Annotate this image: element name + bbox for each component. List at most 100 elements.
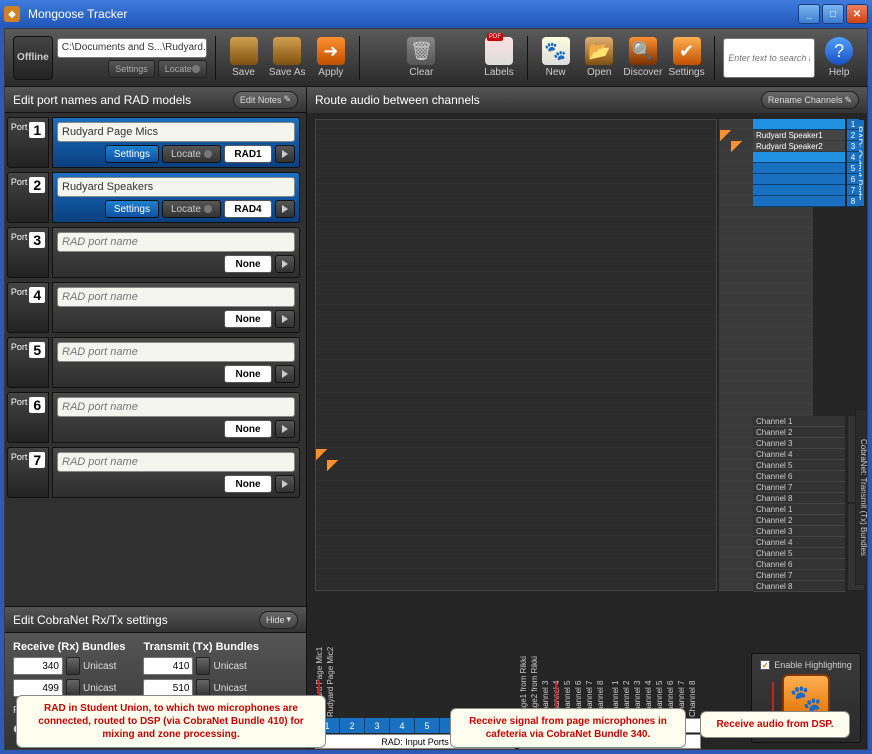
port-tab: Port 2 [7, 172, 49, 223]
save-button[interactable]: Save [224, 34, 264, 82]
tx-channel[interactable]: Channel 8 [753, 581, 845, 592]
callout-1: RAD in Student Union, to which two micro… [16, 695, 326, 748]
output-port-5[interactable] [753, 163, 845, 174]
maximize-button[interactable]: □ [822, 4, 844, 24]
rad-select[interactable]: RAD4 [224, 200, 272, 218]
tx-channel[interactable]: Channel 4 [753, 537, 845, 548]
new-button[interactable]: 🐾New [536, 34, 576, 82]
tx-channel[interactable]: Channel 5 [753, 460, 845, 471]
rad-select[interactable]: None [224, 475, 272, 493]
output-port-number: 3 [847, 141, 859, 152]
routing-matrix[interactable]: Rudyard Speaker1Rudyard Speaker2 Channel … [307, 113, 867, 749]
output-port-4[interactable] [753, 152, 845, 163]
output-port-number: 1 [847, 119, 859, 130]
port-name-input[interactable] [57, 232, 295, 252]
ports-list[interactable]: Port 1 Settings Locate RAD1 Port 2 Setti… [5, 113, 306, 606]
help-button[interactable]: ?Help [819, 34, 859, 82]
close-button[interactable]: ✕ [846, 4, 868, 24]
tx-channel[interactable]: Channel 2 [753, 515, 845, 526]
tx-bundle-1-stepper[interactable] [196, 657, 210, 675]
output-port-8[interactable] [753, 196, 845, 207]
output-port-6[interactable] [753, 174, 845, 185]
port-play-button[interactable] [275, 145, 295, 163]
file-locate-button[interactable]: Locate [158, 60, 207, 78]
port-play-button[interactable] [275, 255, 295, 273]
labels-button[interactable]: Labels [479, 34, 519, 82]
output-channel[interactable]: Rudyard Speaker2 [753, 141, 845, 152]
edit-notes-button[interactable]: Edit Notes ✎ [233, 91, 298, 109]
save-icon [230, 37, 258, 65]
open-button[interactable]: 📂Open [579, 34, 619, 82]
route-node[interactable] [327, 460, 338, 471]
tx-channel[interactable]: Channel 2 [753, 427, 845, 438]
file-settings-button[interactable]: Settings [108, 60, 155, 78]
port-settings-button[interactable]: Settings [105, 200, 159, 218]
port-name-input[interactable] [57, 342, 295, 362]
clear-button[interactable]: 🗑Clear [402, 34, 442, 82]
tx-channel[interactable]: Channel 8 [753, 493, 845, 504]
route-node[interactable] [720, 130, 731, 141]
tx-channel[interactable]: Channel 1 [753, 504, 845, 515]
rx-bundle-1-input[interactable] [13, 657, 63, 675]
port-settings-button[interactable]: Settings [105, 145, 159, 163]
port-name-input[interactable] [57, 177, 295, 197]
rad-select[interactable]: RAD1 [224, 145, 272, 163]
port-play-button[interactable] [275, 200, 295, 218]
port-play-button[interactable] [275, 420, 295, 438]
port-play-button[interactable] [275, 310, 295, 328]
tx-channel[interactable]: Channel 6 [753, 559, 845, 570]
port-play-button[interactable] [275, 475, 295, 493]
route-node[interactable] [731, 141, 742, 152]
tx-channel[interactable]: Channel 7 [753, 570, 845, 581]
hide-button[interactable]: Hide ▾ [259, 611, 298, 629]
save-as-button[interactable]: Save As [267, 34, 307, 82]
rename-channels-button[interactable]: Rename Channels ✎ [761, 91, 859, 109]
rx-channel-label: Channel 8 [688, 655, 699, 717]
settings-button[interactable]: ✔Settings [667, 34, 707, 82]
open-icon: 📂 [585, 37, 613, 65]
port-locate-button[interactable]: Locate [162, 145, 221, 163]
port-play-button[interactable] [275, 365, 295, 383]
tx-channel[interactable]: Channel 7 [753, 482, 845, 493]
cobranet-tx-label: CobraNet: Transmit (Tx) Bundles [855, 409, 867, 585]
ports-panel-title: Edit port names and RAD models [13, 93, 233, 107]
callout-3: Receive audio from DSP. [700, 711, 850, 738]
port-name-input[interactable] [57, 122, 295, 142]
port-name-input[interactable] [57, 397, 295, 417]
apply-icon: ➜ [317, 37, 345, 65]
help-icon: ? [825, 37, 853, 65]
enable-highlighting-checkbox[interactable]: ✓Enable Highlighting [760, 660, 852, 670]
port-tab: Port 5 [7, 337, 49, 388]
apply-button[interactable]: ➜Apply [311, 34, 351, 82]
minimize-button[interactable]: _ [798, 4, 820, 24]
offline-button[interactable]: Offline [13, 36, 53, 80]
tx-channel[interactable]: Channel 5 [753, 548, 845, 559]
input-channel-label: Rudyard Page Mic2 [326, 655, 337, 717]
tx-channel[interactable]: Channel 4 [753, 449, 845, 460]
help-search-input[interactable] [723, 38, 815, 78]
rad-select[interactable]: None [224, 365, 272, 383]
port-name-input[interactable] [57, 287, 295, 307]
port-name-input[interactable] [57, 452, 295, 472]
tx-channel[interactable]: Channel 1 [753, 416, 845, 427]
output-channel[interactable]: Rudyard Speaker1 [753, 130, 845, 141]
rad-select[interactable]: None [224, 420, 272, 438]
output-port-number: 5 [847, 163, 859, 174]
rx-bundle-1-stepper[interactable] [66, 657, 80, 675]
clear-icon: 🗑 [407, 37, 435, 65]
port-tab: Port 6 [7, 392, 49, 443]
discover-button[interactable]: 🔍Discover [623, 34, 663, 82]
tx-channel[interactable]: Channel 6 [753, 471, 845, 482]
tx-bundle-1-input[interactable] [143, 657, 193, 675]
route-node[interactable] [316, 449, 327, 460]
rad-select[interactable]: None [224, 310, 272, 328]
output-port-1[interactable] [753, 119, 845, 130]
port-locate-button[interactable]: Locate [162, 200, 221, 218]
tx-channel[interactable]: Channel 3 [753, 526, 845, 537]
output-port-7[interactable] [753, 185, 845, 196]
rad-select[interactable]: None [224, 255, 272, 273]
window-title: Mongoose Tracker [24, 7, 798, 21]
output-port-number: 6 [847, 174, 859, 185]
tx-channel[interactable]: Channel 3 [753, 438, 845, 449]
input-port-number: 4 [390, 718, 415, 733]
